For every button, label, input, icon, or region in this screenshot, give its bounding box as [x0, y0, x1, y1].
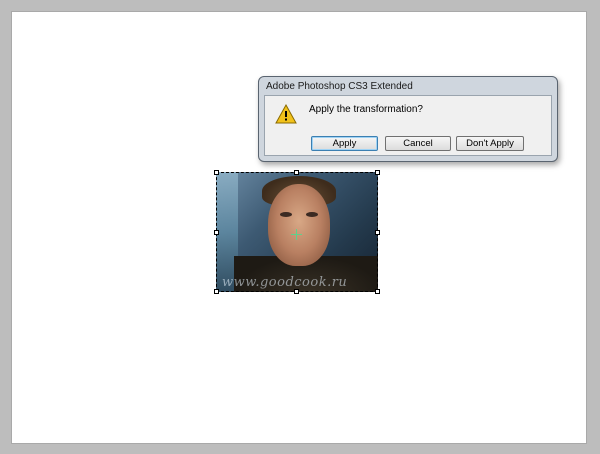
cancel-button[interactable]: Cancel — [385, 136, 451, 151]
handle-bottom-left[interactable] — [214, 289, 219, 294]
apply-button[interactable]: Apply — [311, 136, 378, 151]
handle-bottom-center[interactable] — [294, 289, 299, 294]
handle-middle-right[interactable] — [375, 230, 380, 235]
dialog-message: Apply the transformation? — [309, 104, 423, 115]
pivot-point-icon[interactable] — [291, 229, 302, 240]
handle-top-left[interactable] — [214, 170, 219, 175]
dialog-title: Adobe Photoshop CS3 Extended — [266, 81, 413, 92]
handle-middle-left[interactable] — [214, 230, 219, 235]
handle-top-right[interactable] — [375, 170, 380, 175]
transform-bounding-box[interactable]: www.goodcook.ru — [214, 170, 380, 294]
warning-icon — [275, 104, 297, 124]
transform-dialog: Adobe Photoshop CS3 Extended Apply the t… — [258, 76, 558, 162]
dont-apply-button[interactable]: Don't Apply — [456, 136, 524, 151]
handle-bottom-right[interactable] — [375, 289, 380, 294]
dialog-body: Apply the transformation? Apply Cancel D… — [264, 95, 552, 156]
handle-top-center[interactable] — [294, 170, 299, 175]
